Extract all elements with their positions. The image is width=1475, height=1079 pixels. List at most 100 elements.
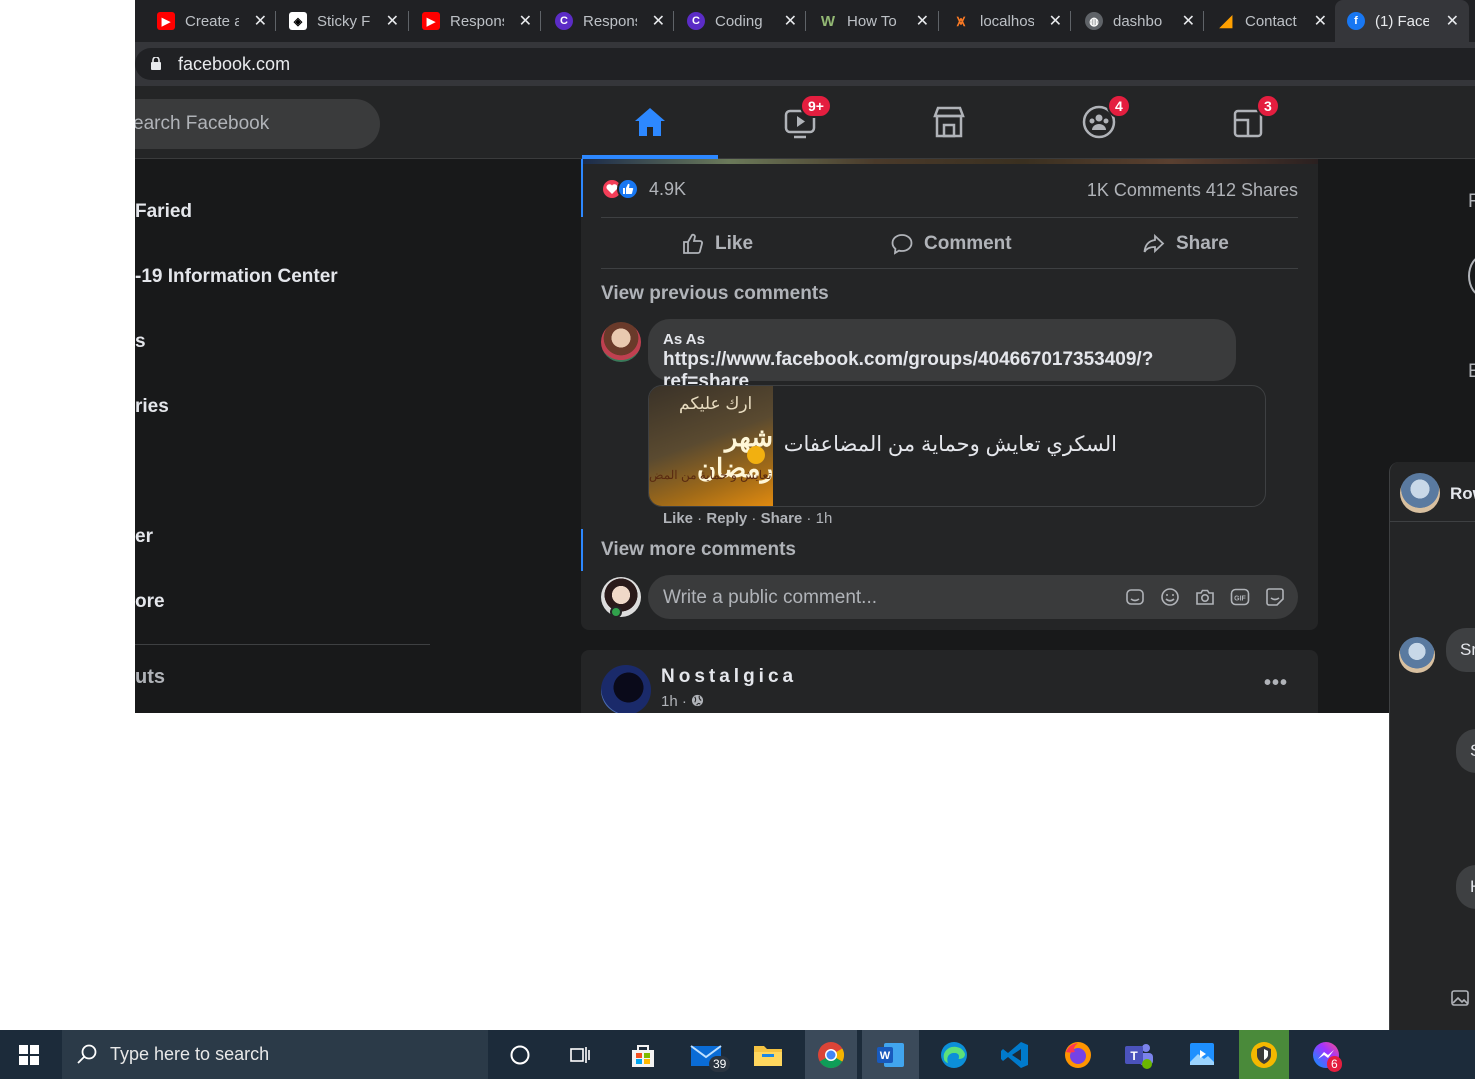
comments-count[interactable]: 1K Comments (1087, 180, 1201, 200)
feed-post-2: Nostalgica 1h · ••• (581, 650, 1318, 713)
edge-icon[interactable] (937, 1038, 971, 1072)
tab-0[interactable]: ▶ Create a ✕ (157, 0, 277, 42)
messenger-icon[interactable]: 6 (1309, 1038, 1343, 1072)
photos-app-icon[interactable] (1185, 1038, 1219, 1072)
sticker-icon[interactable] (1265, 587, 1285, 607)
cortana-icon[interactable] (503, 1038, 537, 1072)
avatar-sticker-icon[interactable] (1125, 587, 1145, 607)
globe-icon: ◍ (1085, 12, 1103, 30)
post-author[interactable]: Nostalgica (661, 666, 797, 688)
tab-7[interactable]: ◍ dashbo ✕ (1085, 0, 1205, 42)
close-icon[interactable]: ✕ (652, 11, 665, 31)
comment-reply-link[interactable]: Reply (706, 510, 747, 527)
post-image-bottom (581, 159, 1318, 164)
view-previous-comments-link[interactable]: View previous comments (601, 283, 829, 305)
tab-3[interactable]: C Respons ✕ (555, 0, 675, 42)
gaming-tab[interactable]: 3 (1228, 94, 1280, 142)
taskbar-search-input[interactable]: Type here to search (62, 1030, 488, 1079)
share-icon (1143, 233, 1165, 254)
camera-icon[interactable] (1195, 587, 1215, 607)
contact-avatar[interactable] (1468, 255, 1475, 297)
chat-contact-name[interactable]: Row (1450, 484, 1475, 504)
close-icon[interactable]: ✕ (1314, 11, 1327, 31)
close-icon[interactable]: ✕ (254, 11, 267, 31)
facebook-search-input[interactable]: earch Facebook (135, 99, 380, 149)
close-icon[interactable]: ✕ (519, 11, 532, 31)
comment-author[interactable]: As As (663, 331, 705, 348)
watch-tab[interactable]: 9+ (780, 94, 832, 142)
windows-taskbar: Type here to search 39 W T 6 (0, 1030, 1475, 1079)
sidebar-item-messenger[interactable]: er (135, 526, 153, 548)
post-time[interactable]: 1h · (661, 693, 704, 710)
chat-message: Ha (1456, 865, 1475, 909)
shares-count[interactable]: 412 Shares (1206, 180, 1298, 200)
windows-start-icon[interactable] (19, 1045, 39, 1065)
home-icon[interactable] (630, 102, 670, 142)
comment-input[interactable]: Write a public comment... GIF (648, 575, 1298, 619)
more-options-icon[interactable]: ••• (1264, 672, 1288, 695)
microsoft-store-icon[interactable] (626, 1038, 660, 1072)
sidebar-item-3[interactable]: s (135, 331, 146, 353)
image-attach-icon[interactable] (1450, 988, 1470, 1008)
left-sidebar: Faried -19 Information Center s ries er … (135, 159, 575, 713)
share-button[interactable]: Share (1142, 229, 1229, 259)
link-preview-thumbnail: ارك عليكم شهر رمضان تعايش و حماية من الم… (649, 386, 773, 506)
chat-message: Sr (1446, 628, 1475, 672)
vpn-shield-icon[interactable] (1239, 1030, 1289, 1079)
sidebar-divider (135, 644, 430, 645)
sidebar-item-covid-center[interactable]: -19 Information Center (135, 266, 338, 288)
reaction-summary[interactable]: 4.9K (601, 178, 686, 200)
online-status-dot (610, 606, 622, 618)
flower-graphic (747, 446, 765, 464)
word-icon[interactable]: W (862, 1030, 919, 1079)
tab-facebook-active[interactable]: f (1) Face ✕ (1335, 0, 1469, 42)
vscode-icon[interactable] (998, 1038, 1032, 1072)
codepen-icon: ◈ (289, 12, 307, 30)
groups-tab[interactable]: 4 (1079, 94, 1131, 142)
chat-message-avatar (1399, 637, 1435, 673)
comment-time[interactable]: 1h (816, 510, 833, 527)
like-button[interactable]: Like (681, 229, 753, 259)
close-icon[interactable]: ✕ (386, 11, 399, 31)
gif-icon[interactable]: GIF (1230, 587, 1250, 607)
tab-6[interactable]: ⩙ localhos ✕ (952, 0, 1072, 42)
url-field[interactable]: facebook.com (135, 48, 1475, 80)
close-icon[interactable]: ✕ (784, 11, 797, 31)
commenter-avatar[interactable] (601, 322, 641, 362)
tab-4[interactable]: C Coding ✕ (687, 0, 807, 42)
lock-icon[interactable] (151, 57, 161, 70)
view-more-comments-link[interactable]: View more comments (601, 539, 796, 561)
tab-2[interactable]: ▶ Respons ✕ (422, 0, 542, 42)
wikihow-icon: W (820, 12, 836, 30)
firefox-icon[interactable] (1061, 1038, 1095, 1072)
like-reaction-icon (617, 178, 639, 200)
marketplace-icon[interactable] (929, 102, 969, 142)
task-view-icon[interactable] (563, 1038, 597, 1072)
emoji-icon[interactable] (1160, 587, 1180, 607)
svg-text:T: T (1130, 1049, 1138, 1063)
teams-icon[interactable]: T (1122, 1038, 1156, 1072)
mail-icon[interactable]: 39 (689, 1038, 731, 1072)
comment-share-link[interactable]: Share (761, 510, 803, 527)
sidebar-item-memories[interactable]: ries (135, 396, 169, 418)
comment-share-stats[interactable]: 1K Comments 412 Shares (1087, 180, 1298, 201)
comment-like-link[interactable]: Like (663, 510, 693, 527)
chat-contact-avatar[interactable] (1400, 473, 1440, 513)
link-preview-card[interactable]: ارك عليكم شهر رمضان تعايش و حماية من الم… (648, 385, 1266, 507)
close-icon[interactable]: ✕ (1049, 11, 1062, 31)
file-explorer-icon[interactable] (751, 1038, 785, 1072)
page-avatar[interactable] (601, 665, 651, 713)
sidebar-item-see-more[interactable]: ore (135, 591, 165, 613)
chat-header[interactable]: Row (1390, 462, 1475, 522)
close-icon[interactable]: ✕ (1182, 11, 1195, 31)
comment-actions: Like · Reply · Share · 1h (663, 510, 833, 527)
tab-8[interactable]: ◢ Contact ✕ (1217, 0, 1337, 42)
close-icon[interactable]: ✕ (1446, 11, 1459, 31)
tab-1[interactable]: ◈ Sticky F ✕ (289, 0, 409, 42)
close-icon[interactable]: ✕ (916, 11, 929, 31)
chrome-icon[interactable] (805, 1030, 857, 1079)
feed-post: 4.9K 1K Comments 412 Shares Like Comment… (581, 159, 1318, 630)
sidebar-item-profile[interactable]: Faried (135, 201, 192, 223)
tab-5[interactable]: W How To ✕ (819, 0, 939, 42)
comment-button[interactable]: Comment (890, 229, 1012, 259)
